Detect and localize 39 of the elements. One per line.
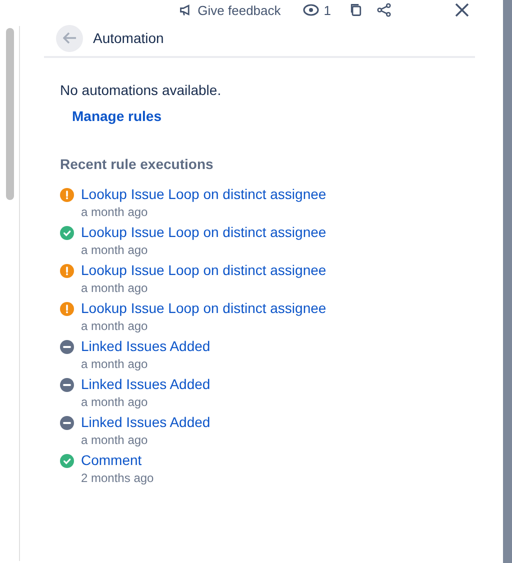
watch-button[interactable]: 1: [298, 2, 335, 18]
warning-circle-icon: [60, 264, 74, 278]
empty-message: No automations available.: [60, 82, 222, 98]
rule-link[interactable]: Linked Issues Added: [81, 376, 210, 392]
execution-time: a month ago: [81, 243, 149, 257]
panel-title: Automation: [93, 30, 164, 46]
check-circle-icon: [60, 226, 74, 240]
rule-link[interactable]: Linked Issues Added: [81, 414, 210, 430]
rule-link[interactable]: Lookup Issue Loop on distinct assignee: [81, 262, 326, 278]
rule-link[interactable]: Linked Issues Added: [81, 338, 210, 354]
manage-rules-link[interactable]: Manage rules: [72, 108, 162, 124]
execution-time: 2 months ago: [81, 471, 154, 485]
copy-icon: [349, 3, 363, 17]
eye-icon: [302, 3, 319, 17]
rule-link[interactable]: Lookup Issue Loop on distinct assignee: [81, 300, 326, 316]
copy-button[interactable]: [349, 3, 363, 17]
give-feedback-button[interactable]: Give feedback: [174, 2, 285, 18]
close-icon: [455, 3, 469, 17]
rule-link[interactable]: Lookup Issue Loop on distinct assignee: [81, 224, 326, 240]
execution-time: a month ago: [81, 395, 149, 409]
share-button[interactable]: [377, 3, 391, 17]
execution-time: a month ago: [81, 357, 149, 371]
back-arrow-icon: [62, 32, 76, 44]
rule-link[interactable]: Comment: [81, 452, 154, 468]
share-icon: [377, 3, 391, 17]
rule-link[interactable]: Lookup Issue Loop on distinct assignee: [81, 186, 326, 202]
minus-circle-icon: [60, 416, 74, 430]
scrollbar-thumb[interactable]: [6, 28, 14, 200]
minus-circle-icon: [60, 340, 74, 354]
execution-time: a month ago: [81, 205, 149, 219]
minus-circle-icon: [60, 378, 74, 392]
warning-circle-icon: [60, 302, 74, 316]
warning-circle-icon: [60, 188, 74, 202]
execution-time: a month ago: [81, 433, 149, 447]
execution-time: a month ago: [81, 281, 149, 295]
check-circle-icon: [60, 454, 74, 468]
section-heading: Recent rule executions: [60, 156, 214, 172]
close-button[interactable]: [455, 3, 469, 17]
execution-time: a month ago: [81, 319, 149, 333]
